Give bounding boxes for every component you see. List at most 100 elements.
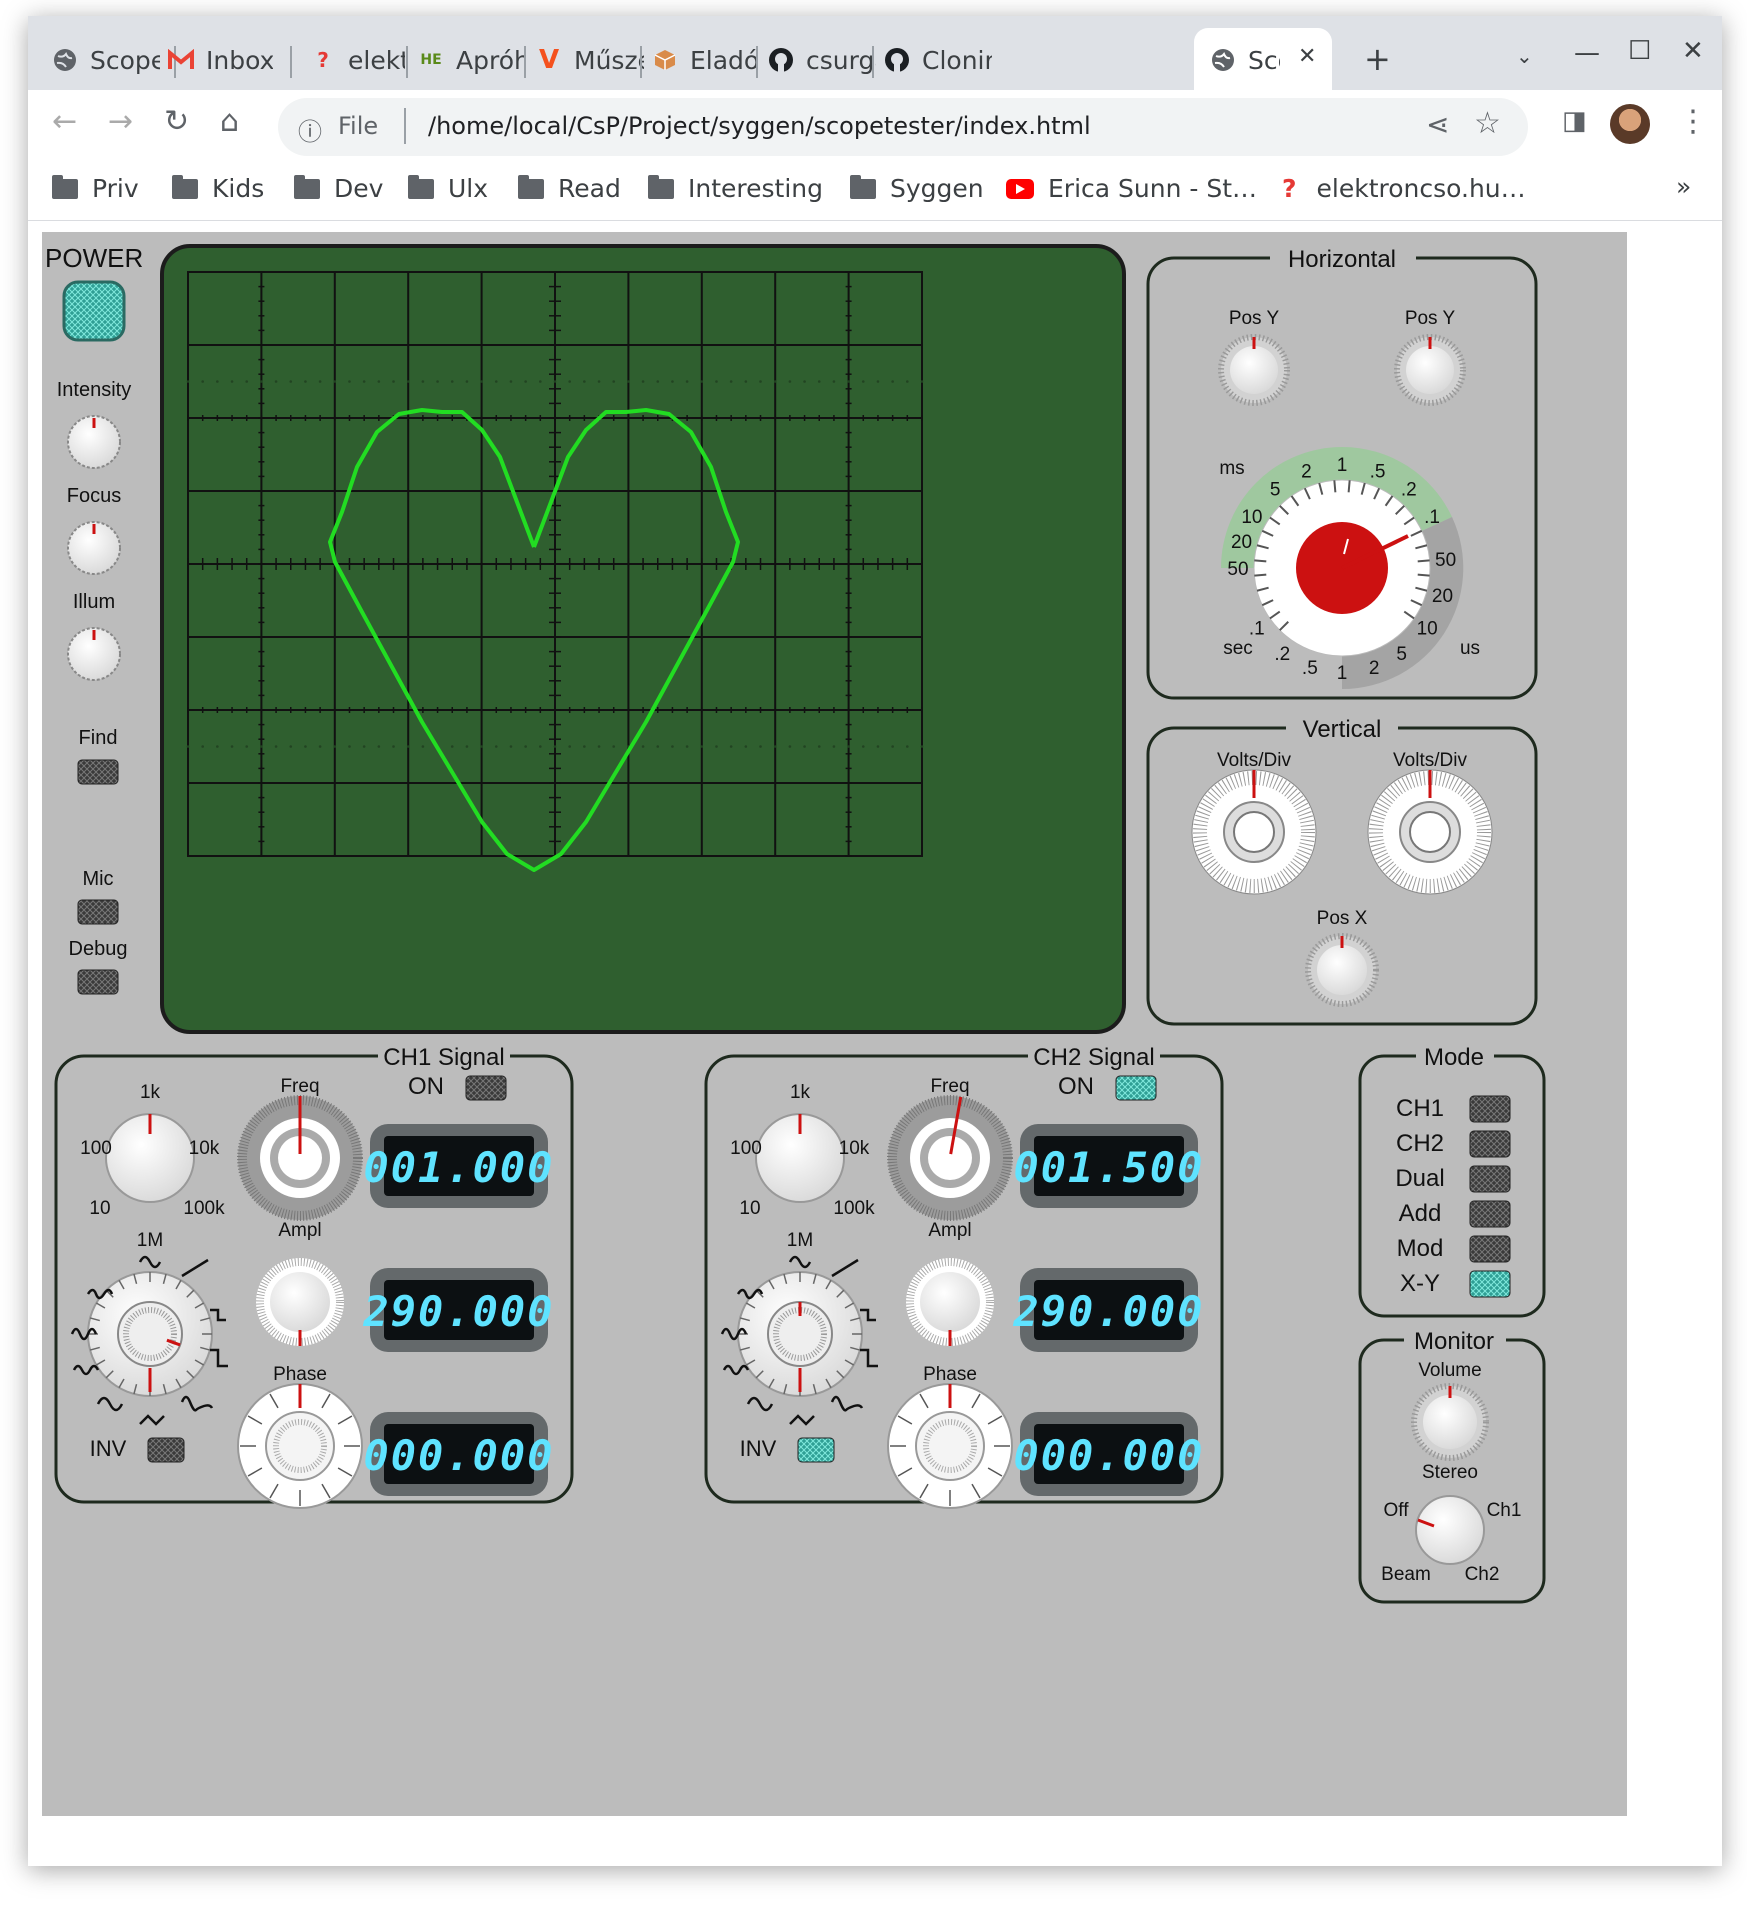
mode-x-y-label: X-Y (1400, 1270, 1440, 1297)
volts-div-left-knob[interactable] (1191, 769, 1317, 895)
timebase-dial[interactable] (1221, 446, 1464, 690)
bookmark-kids[interactable]: Kids (172, 174, 264, 203)
maximize-icon[interactable]: ☐ (1628, 36, 1651, 66)
graticule-dot (377, 380, 381, 383)
bookmark-dev[interactable]: Dev (294, 174, 383, 203)
graticule-dot (318, 380, 322, 383)
folder-icon (648, 174, 674, 199)
close-window-icon[interactable]: ✕ (1682, 36, 1704, 66)
ch2-on-button[interactable] (1115, 1075, 1157, 1101)
mode-ch1-button[interactable] (1469, 1095, 1511, 1123)
tab-clonin[interactable]: Clonin (884, 30, 994, 90)
bookmark-star-icon[interactable]: ☆ (1474, 106, 1501, 141)
bookmark-interesting[interactable]: Interesting (648, 174, 823, 203)
focus-knob[interactable] (67, 521, 121, 575)
step-wave-icon (860, 1308, 876, 1322)
ch1-panel: CH1 SignalON Freq Ampl Phase INV 10 100 1k 10k 10… (54, 1042, 574, 1509)
ch1-inv-button[interactable] (147, 1437, 185, 1463)
tab-scope[interactable]: Scope (52, 30, 162, 90)
illum-knob[interactable] (67, 627, 121, 681)
bookmark-label: Read (558, 174, 621, 203)
pos-y-right-knob[interactable] (1394, 334, 1466, 406)
address-bar[interactable]: ⓘ File /home/local/CsP/Project/syggen/sc… (278, 98, 1528, 156)
ch2-freq-knob[interactable] (887, 1095, 1013, 1221)
ch1-freq-knob[interactable] (237, 1095, 363, 1221)
ch2-ampl-knob[interactable] (906, 1258, 994, 1346)
graticule-dot (465, 745, 469, 748)
graticule-dot (583, 745, 586, 748)
graticule-dot (318, 745, 322, 748)
graticule-dot (906, 745, 909, 748)
back-icon[interactable]: ← (52, 104, 77, 139)
ch2-phase-knob[interactable] (887, 1383, 1013, 1509)
folder-icon (172, 174, 198, 199)
ch1-on-button[interactable] (465, 1075, 507, 1101)
tab-musze[interactable]: V Műsze (536, 30, 644, 90)
ch1-phase-knob[interactable] (237, 1383, 363, 1509)
graticule-dot (186, 380, 190, 383)
pos-y-left-knob[interactable] (1218, 334, 1290, 406)
ch2-title: CH2 Signal (1033, 1044, 1154, 1071)
graticule-dot (788, 745, 792, 748)
pos-x-knob[interactable] (1305, 933, 1379, 1007)
find-button[interactable] (77, 759, 119, 785)
bookmark-elektroncso[interactable]: ? elektroncso.hu… (1282, 174, 1526, 203)
graticule-dot (847, 745, 850, 748)
bookmark-ulx[interactable]: Ulx (408, 174, 488, 203)
debug-button[interactable] (77, 969, 119, 995)
ramp-wave-icon (831, 1258, 859, 1278)
reload-icon[interactable]: ↻ (164, 104, 189, 139)
bookmark-erica-sunn[interactable]: Erica Sunn - St… (1006, 174, 1257, 203)
bookmark-syggen[interactable]: Syggen (850, 174, 984, 203)
graticule-dot (803, 380, 806, 383)
tab-elektr[interactable]: ? elektr (310, 30, 405, 90)
tab-aproh[interactable]: HE Apróh (418, 30, 528, 90)
mic-button[interactable] (77, 899, 119, 925)
ch1-on-label: ON (408, 1073, 444, 1100)
avatar[interactable] (1610, 104, 1650, 144)
tab-inbox[interactable]: Inbox (168, 30, 273, 90)
ch2-range-knob[interactable] (755, 1113, 845, 1203)
mode-dual-button[interactable] (1469, 1165, 1511, 1193)
mode-mod-label: Mod (1397, 1235, 1444, 1262)
mode-ch2-button[interactable] (1469, 1130, 1511, 1158)
tab-elado[interactable]: Eladó (652, 30, 762, 90)
forward-icon[interactable]: → (108, 104, 133, 139)
menu-kebab-icon[interactable]: ⋮ (1678, 104, 1708, 139)
mode-mod-button[interactable] (1469, 1235, 1511, 1263)
tab-csurga[interactable]: csurga (768, 30, 878, 90)
timebase-dial-tick (1333, 480, 1337, 493)
graticule-dot (348, 380, 351, 383)
volts-div-right-knob[interactable] (1367, 769, 1493, 895)
close-tab-icon[interactable]: ✕ (1298, 44, 1316, 69)
elektroncso-icon: ? (317, 48, 329, 72)
ch1-range-tick-label: 100 (80, 1138, 112, 1159)
bookmark-read[interactable]: Read (518, 174, 621, 203)
new-tab-icon[interactable]: + (1364, 40, 1391, 78)
tab-active-scope[interactable]: Sco (1210, 30, 1280, 90)
minimize-icon[interactable]: — (1574, 38, 1600, 68)
ch1-ampl-knob[interactable] (256, 1258, 344, 1346)
ch1-range-knob[interactable] (105, 1113, 195, 1203)
intensity-knob[interactable] (67, 415, 121, 469)
home-icon[interactable]: ⌂ (220, 104, 239, 139)
bookmark-priv[interactable]: Priv (52, 174, 139, 203)
side-panel-icon[interactable]: ◨ (1562, 106, 1587, 136)
graticule-dot (891, 745, 894, 748)
stereo-knob[interactable] (1415, 1495, 1485, 1565)
mode-add-button[interactable] (1469, 1200, 1511, 1228)
bookmarks-overflow-button[interactable]: » (1676, 172, 1691, 201)
triangle-wave-icon (789, 1414, 815, 1426)
power-button[interactable] (62, 280, 126, 342)
volume-knob[interactable] (1411, 1383, 1489, 1461)
graticule-dot (671, 380, 674, 383)
tab-title: Sco (1248, 45, 1280, 75)
timebase-dial-tick (1254, 559, 1267, 563)
mode-x-y-button[interactable] (1469, 1270, 1511, 1298)
ch2-inv-button[interactable] (797, 1437, 835, 1463)
pos-x-label: Pos X (1317, 908, 1368, 929)
graticule-dot (817, 380, 821, 383)
share-icon[interactable]: ⋖ (1426, 108, 1449, 141)
graticule-dot (861, 380, 865, 383)
tab-search-chevron-down-icon[interactable]: ⌄ (1516, 44, 1533, 68)
